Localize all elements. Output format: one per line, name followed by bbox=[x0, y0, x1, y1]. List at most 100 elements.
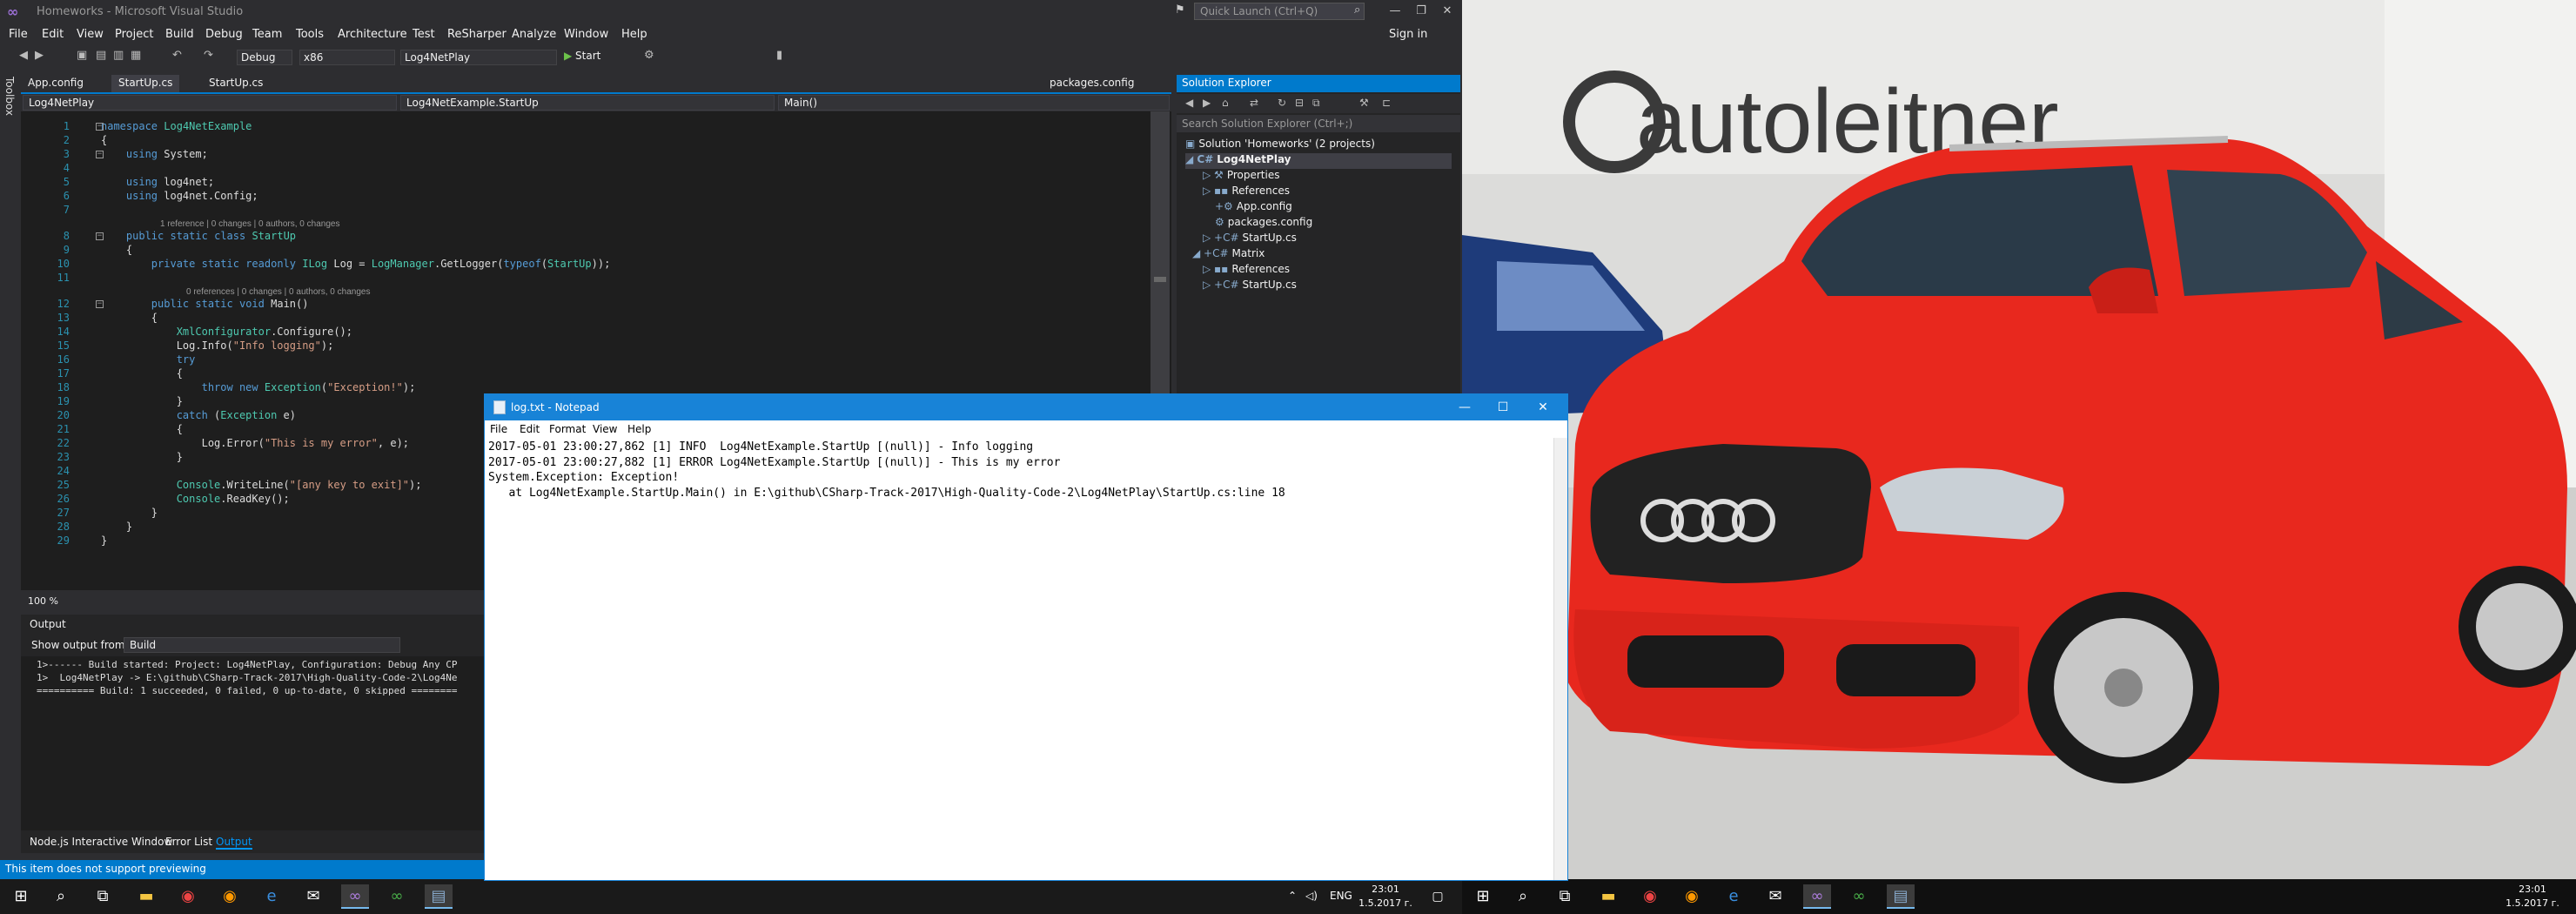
tab-nodejs-interactive[interactable]: Node.js Interactive Window bbox=[30, 836, 172, 848]
taskbar-clock[interactable]: 23:01 1.5.2017 г. bbox=[2498, 883, 2567, 911]
code-text[interactable]: { bbox=[101, 134, 107, 146]
code-line[interactable]: 5 using log4net; bbox=[21, 176, 1135, 190]
collapse-all-icon[interactable]: ⊟ bbox=[1295, 97, 1304, 109]
open-icon[interactable]: ▤ bbox=[96, 49, 106, 62]
menu-build[interactable]: Build bbox=[165, 28, 194, 41]
vs-alt-taskbar-icon[interactable]: ∞ bbox=[383, 884, 411, 909]
notepad-maximize-button[interactable]: ☐ bbox=[1486, 398, 1520, 417]
quick-launch-input[interactable]: Quick Launch (Ctrl+Q) bbox=[1194, 3, 1365, 20]
code-text[interactable]: { bbox=[101, 244, 132, 256]
notepad-minimize-button[interactable]: — bbox=[1447, 398, 1482, 417]
refresh-icon[interactable]: ↻ bbox=[1278, 97, 1286, 109]
tree-node-startup-cs[interactable]: ▷ +C# StartUp.cs bbox=[1203, 232, 1297, 247]
collapse-toggle-icon[interactable]: − bbox=[96, 232, 104, 240]
visual-studio-taskbar-icon[interactable]: ∞ bbox=[1803, 884, 1831, 909]
task-view-icon[interactable]: ⧉ bbox=[1551, 884, 1579, 909]
menu-view[interactable]: View bbox=[77, 28, 104, 41]
file-explorer-icon[interactable]: ▬ bbox=[132, 884, 160, 909]
search-icon[interactable]: ⌕ bbox=[47, 884, 75, 909]
search-icon[interactable]: ⌕ bbox=[1509, 884, 1537, 909]
nav-project-dropdown[interactable]: Log4NetPlay bbox=[23, 95, 397, 111]
notepad-vertical-scrollbar[interactable] bbox=[1553, 438, 1567, 880]
code-line[interactable]: 8 public static class StartUp − bbox=[21, 230, 1135, 244]
notepad-menu-help[interactable]: Help bbox=[627, 423, 651, 435]
new-project-icon[interactable]: ▣ bbox=[77, 49, 87, 62]
tray-language[interactable]: ENG bbox=[1330, 890, 1352, 902]
code-text[interactable]: try bbox=[101, 353, 196, 366]
search-icon[interactable]: ⌕ bbox=[1354, 3, 1360, 17]
bookmark-icon[interactable]: ▮ bbox=[776, 49, 782, 62]
solution-search-input[interactable]: Search Solution Explorer (Ctrl+;) bbox=[1177, 115, 1460, 132]
notepad-menu-format[interactable]: Format bbox=[549, 423, 586, 435]
menu-architecture[interactable]: Architecture bbox=[338, 28, 407, 41]
output-text[interactable]: 1>------ Build started: Project: Log4Net… bbox=[21, 656, 484, 830]
codelens-info[interactable]: 0 references | 0 changes | 0 authors, 0 … bbox=[186, 287, 370, 297]
tree-node-app-config[interactable]: +⚙ App.config bbox=[1215, 200, 1292, 216]
zoom-level[interactable]: 100 % bbox=[28, 595, 58, 607]
output-source-dropdown[interactable]: Build bbox=[124, 637, 400, 653]
menu-file[interactable]: File bbox=[9, 28, 28, 41]
notepad-menu-edit[interactable]: Edit bbox=[520, 423, 540, 435]
sign-in-link[interactable]: Sign in bbox=[1389, 28, 1427, 41]
collapse-toggle-icon[interactable]: − bbox=[96, 123, 104, 131]
start-windows-icon[interactable]: ⊞ bbox=[7, 884, 35, 909]
chrome-icon[interactable]: ◉ bbox=[1636, 884, 1664, 909]
notepad-text-area[interactable]: 2017-05-01 23:00:27,862 [1] INFO Log4Net… bbox=[485, 438, 1553, 880]
nav-class-dropdown[interactable]: Log4NetExample.StartUp bbox=[400, 95, 775, 111]
save-icon[interactable]: ▥ bbox=[113, 49, 124, 62]
tab-app-config[interactable]: App.config bbox=[21, 75, 91, 92]
home-icon[interactable]: ⌂ bbox=[1222, 97, 1229, 109]
firefox-icon[interactable]: ◉ bbox=[216, 884, 244, 909]
codelens-info[interactable]: 1 reference | 0 changes | 0 authors, 0 c… bbox=[160, 219, 339, 229]
code-line[interactable]: 11 bbox=[21, 272, 1135, 286]
chrome-icon[interactable]: ◉ bbox=[174, 884, 202, 909]
tree-node-solution[interactable]: ▣ Solution 'Homeworks' (2 projects) bbox=[1185, 138, 1375, 153]
code-line[interactable]: 12 public static void Main() − bbox=[21, 298, 1135, 312]
redo-icon[interactable]: ↷ bbox=[204, 49, 213, 62]
forward-icon[interactable]: ▶ bbox=[1203, 97, 1211, 109]
code-text[interactable]: } bbox=[101, 507, 158, 519]
code-line[interactable]: 3 using System; − bbox=[21, 148, 1135, 162]
code-text[interactable]: using System; bbox=[101, 148, 208, 160]
code-text[interactable]: Log.Error("This is my error", e); bbox=[101, 437, 409, 449]
volume-icon[interactable]: ◁) bbox=[1305, 890, 1318, 902]
taskbar-clock[interactable]: 23:01 1.5.2017 г. bbox=[1358, 883, 1413, 911]
restore-button[interactable]: ❐ bbox=[1408, 2, 1434, 21]
menu-test[interactable]: Test bbox=[413, 28, 435, 41]
tree-node-references[interactable]: ▷ ▪▪ References bbox=[1203, 263, 1290, 279]
code-line[interactable]: 17 { bbox=[21, 367, 1135, 381]
tree-node-references[interactable]: ▷ ▪▪ References bbox=[1203, 185, 1290, 200]
undo-icon[interactable]: ↶ bbox=[172, 49, 182, 62]
code-text[interactable]: { bbox=[101, 367, 183, 380]
notepad-taskbar-icon[interactable]: ▤ bbox=[1887, 884, 1915, 909]
properties-icon[interactable]: ⚒ bbox=[1359, 97, 1369, 109]
code-text[interactable]: { bbox=[101, 423, 183, 435]
visual-studio-taskbar-icon[interactable]: ∞ bbox=[341, 884, 369, 909]
notepad-taskbar-icon[interactable]: ▤ bbox=[425, 884, 453, 909]
code-text[interactable]: public static void Main() bbox=[101, 298, 309, 310]
code-text[interactable]: public static class StartUp bbox=[101, 230, 296, 242]
code-text[interactable]: Log.Info("Info logging"); bbox=[101, 339, 334, 352]
task-view-icon[interactable]: ⧉ bbox=[89, 884, 117, 909]
menu-tools[interactable]: Tools bbox=[296, 28, 324, 41]
scroll-thumb[interactable] bbox=[1154, 277, 1166, 282]
tab-error-list[interactable]: Error List bbox=[165, 836, 212, 848]
sync-icon[interactable]: ⇄ bbox=[1250, 97, 1258, 109]
code-text[interactable]: namespace Log4NetExample bbox=[101, 120, 252, 132]
back-icon[interactable]: ◀ bbox=[19, 49, 28, 62]
code-text[interactable]: using log4net; bbox=[101, 176, 214, 188]
code-line[interactable]: 2{ bbox=[21, 134, 1135, 148]
code-line[interactable]: 1 namespace Log4NetExample − bbox=[21, 120, 1135, 134]
code-line[interactable]: 14 XmlConfigurator.Configure(); bbox=[21, 326, 1135, 339]
show-all-files-icon[interactable]: ⧉ bbox=[1312, 97, 1320, 110]
edge-icon[interactable]: e bbox=[258, 884, 285, 909]
code-line[interactable]: 15 Log.Info("Info logging"); bbox=[21, 339, 1135, 353]
notifications-icon[interactable]: ▢ bbox=[1424, 884, 1452, 909]
forward-icon[interactable]: ▶ bbox=[35, 49, 44, 62]
toolbox-tab[interactable]: Toolbox bbox=[3, 77, 16, 116]
tree-node-startup-cs[interactable]: ▷ +C# StartUp.cs bbox=[1203, 279, 1297, 294]
collapse-toggle-icon[interactable]: − bbox=[96, 151, 104, 158]
vs-alt-taskbar-icon[interactable]: ∞ bbox=[1845, 884, 1873, 909]
start-windows-icon[interactable]: ⊞ bbox=[1469, 884, 1497, 909]
preview-icon[interactable]: ⊏ bbox=[1382, 97, 1391, 109]
